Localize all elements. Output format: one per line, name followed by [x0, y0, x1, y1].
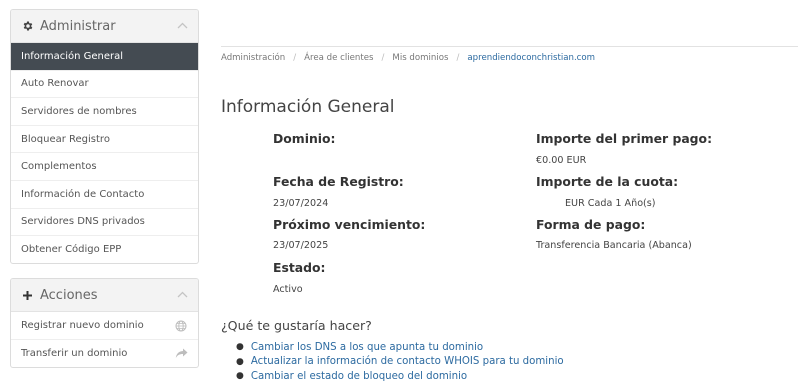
breadcrumb-my-domains[interactable]: Mis dominios [392, 53, 448, 63]
transfer-domain-label: Transferir un dominio [21, 348, 128, 359]
actions-panel-header[interactable]: Acciones [11, 279, 198, 312]
chevron-up-icon[interactable] [177, 21, 188, 32]
sidebar-item-label: Información General [21, 50, 124, 62]
actions-panel: Acciones Registrar nuevo dominio Transfe… [10, 278, 199, 368]
sidebar-item-contact-info[interactable]: Información de Contacto [11, 181, 198, 209]
bullet: ● [236, 342, 244, 353]
sidebar-item-label: Auto Renovar [21, 78, 89, 90]
payment-method-value: Transferencia Bancaria (Abanca) [536, 240, 692, 251]
sidebar-item-nameservers[interactable]: Servidores de nombres [11, 98, 198, 126]
header-divider [221, 46, 798, 47]
sidebar-item-label: Complementos [21, 161, 97, 173]
breadcrumb-separator: / [293, 53, 297, 63]
page-title: Información General [221, 97, 395, 117]
list-item[interactable]: ● Cambiar los DNS a los que apunta tu dom… [236, 340, 564, 355]
what-to-do-heading: ¿Qué te gustaría hacer? [221, 318, 372, 333]
bullet: ● [236, 371, 244, 382]
first-payment-value: €0.00 EUR [536, 155, 587, 166]
recurring-amount-value: EUR Cada 1 Año(s) [565, 198, 656, 209]
sidebar-item-label: Servidores DNS privados [21, 216, 145, 228]
payment-method-label: Forma de pago: [536, 217, 646, 232]
list-item[interactable]: ● Cambiar el estado de bloqueo del domini… [236, 369, 564, 384]
list-item[interactable]: ● Actualizar la información de contacto W… [236, 355, 564, 370]
recurring-amount-label: Importe de la cuota: [536, 174, 679, 189]
sidebar-item-addons[interactable]: Complementos [11, 153, 198, 181]
manage-panel-header[interactable]: Administrar [11, 10, 198, 43]
quick-actions-list: ● Cambiar los DNS a los que apunta tu dom… [236, 340, 564, 384]
register-domain-label: Registrar nuevo dominio [21, 320, 144, 331]
sidebar-item-registrar-lock[interactable]: Bloquear Registro [11, 126, 198, 154]
manage-panel: Administrar Información General Auto Ren… [10, 9, 199, 264]
first-payment-label: Importe del primer pago: [536, 131, 713, 146]
register-domain-link[interactable]: Registrar nuevo dominio [11, 312, 198, 340]
breadcrumb-separator: / [456, 53, 460, 63]
next-due-value: 23/07/2025 [273, 240, 329, 251]
bullet: ● [236, 356, 244, 367]
globe-icon [174, 319, 188, 333]
actions-panel-title: Acciones [40, 287, 98, 303]
breadcrumb: Administración / Área de clientes / Mis … [221, 52, 595, 64]
gear-icon [21, 20, 34, 33]
change-dns-link[interactable]: Cambiar los DNS a los que apunta tu domi… [251, 342, 483, 353]
transfer-domain-link[interactable]: Transferir un dominio [11, 340, 198, 367]
change-lock-status-link[interactable]: Cambiar el estado de bloqueo del dominio [251, 371, 467, 382]
update-whois-link[interactable]: Actualizar la información de contacto WH… [251, 356, 564, 367]
breadcrumb-home[interactable]: Administración [221, 53, 285, 63]
manage-panel-title: Administrar [40, 18, 116, 34]
share-arrow-icon [174, 347, 188, 361]
breadcrumb-separator: / [381, 53, 385, 63]
sidebar-item-private-ns[interactable]: Servidores DNS privados [11, 209, 198, 237]
sidebar-item-auto-renew[interactable]: Auto Renovar [11, 71, 198, 99]
domain-label: Dominio: [273, 131, 336, 146]
sidebar-item-label: Información de Contacto [21, 188, 145, 200]
chevron-up-icon[interactable] [177, 290, 188, 301]
breadcrumb-client-area[interactable]: Área de clientes [304, 53, 373, 63]
sidebar-item-label: Bloquear Registro [21, 133, 110, 145]
status-label: Estado: [273, 260, 326, 275]
plus-icon [21, 289, 34, 302]
sidebar-item-label: Obtener Código EPP [21, 244, 122, 256]
next-due-label: Próximo vencimiento: [273, 217, 426, 232]
breadcrumb-current[interactable]: aprendiendoconchristian.com [467, 53, 595, 63]
status-value: Activo [273, 284, 303, 295]
sidebar-item-epp-code[interactable]: Obtener Código EPP [11, 236, 198, 263]
sidebar-item-overview[interactable]: Información General [11, 43, 198, 71]
sidebar-item-label: Servidores de nombres [21, 105, 137, 117]
registration-date-value: 23/07/2024 [273, 198, 329, 209]
registration-date-label: Fecha de Registro: [273, 174, 404, 189]
